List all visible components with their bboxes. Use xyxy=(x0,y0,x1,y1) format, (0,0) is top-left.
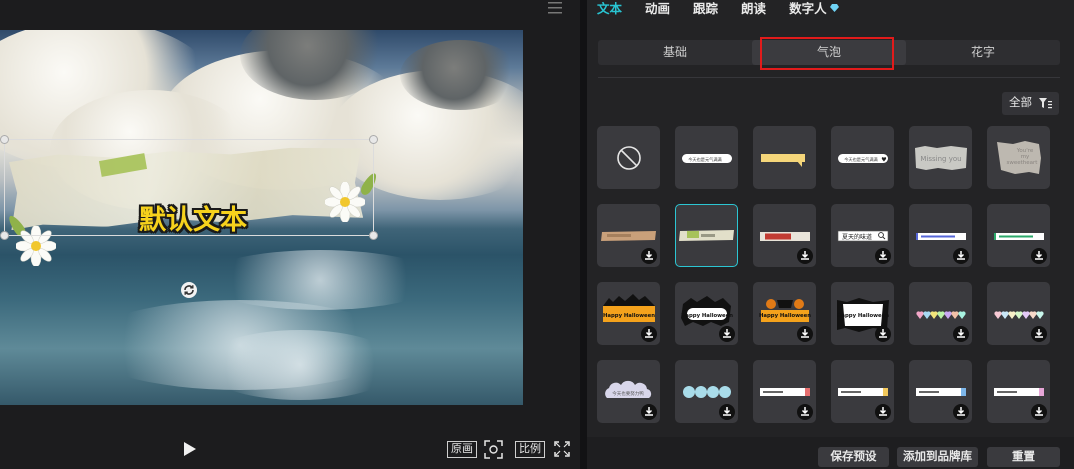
filter-button[interactable]: 全部 xyxy=(1002,92,1059,115)
filter-icon xyxy=(1039,98,1052,109)
download-icon[interactable] xyxy=(797,404,813,420)
download-icon[interactable] xyxy=(641,326,657,342)
download-icon[interactable] xyxy=(875,326,891,342)
bubble-item-circles-blue[interactable] xyxy=(675,360,738,423)
tab-tracking[interactable]: 跟踪 xyxy=(693,0,718,22)
fit-screen-icon[interactable] xyxy=(484,440,503,459)
bubble-item-bar-green[interactable] xyxy=(987,204,1050,267)
bubble-item-yellow-note[interactable] xyxy=(753,126,816,189)
no-bubble-icon xyxy=(616,145,641,170)
resize-handle[interactable] xyxy=(0,231,9,240)
download-icon[interactable] xyxy=(797,326,813,342)
download-icon[interactable] xyxy=(1031,326,1047,342)
svg-text:♥: ♥ xyxy=(881,156,886,163)
bubble-item-cloud-gray[interactable]: 今天也要努力鸭 xyxy=(597,360,660,423)
player-controls xyxy=(0,405,580,469)
download-icon[interactable] xyxy=(1031,404,1047,420)
download-icon[interactable] xyxy=(875,404,891,420)
tab-read-aloud[interactable]: 朗读 xyxy=(741,0,766,22)
add-to-brand-library-button[interactable]: 添加到品牌库 xyxy=(897,447,978,467)
bubble-item-label-red[interactable] xyxy=(753,204,816,267)
bubble-grid: 今天也是元气满满 今天也是元气满满 ♥ Missing you You're my swee… xyxy=(597,126,1067,426)
download-icon[interactable] xyxy=(1031,248,1047,264)
bubble-thumbnail xyxy=(760,153,805,167)
tab-digital-human-label: 数字人 xyxy=(789,2,827,16)
svg-text:Happy Halloween: Happy Halloween xyxy=(758,313,810,319)
aspect-ratio-button[interactable]: 比例 xyxy=(515,441,545,458)
panel-divider[interactable] xyxy=(580,0,587,469)
bubble-item-halloween-orange[interactable]: Happy Halloween xyxy=(597,282,660,345)
bubble-item-halloween-scroll[interactable]: Happy Halloween xyxy=(831,282,894,345)
bubble-item-bar-blue2[interactable] xyxy=(909,360,972,423)
filter-label: 全部 xyxy=(1009,97,1032,109)
tab-animation[interactable]: 动画 xyxy=(645,0,670,22)
bubble-item-pill-heart[interactable]: 今天也是元气满满 ♥ xyxy=(831,126,894,189)
text-properties-panel: 文本 动画 跟踪 朗读 数字人 基础 气泡 花字 全部 今天也是元气满满 今天也是… xyxy=(587,0,1074,469)
download-icon[interactable] xyxy=(719,326,735,342)
rotate-icon[interactable] xyxy=(180,281,198,299)
bubble-item-bar-yellow[interactable] xyxy=(831,360,894,423)
download-icon[interactable] xyxy=(875,248,891,264)
svg-text:今天也要努力鸭: 今天也要努力鸭 xyxy=(612,390,644,397)
bubble-thumbnail: Missing you xyxy=(914,145,967,170)
bubble-thumbnail: 今天也是元气满满 xyxy=(681,153,732,163)
fullscreen-icon[interactable] xyxy=(554,441,570,457)
download-icon[interactable] xyxy=(953,404,969,420)
diamond-icon xyxy=(829,4,839,12)
save-preset-button[interactable]: 保存预设 xyxy=(818,447,889,467)
bubble-item-paper-torn[interactable]: You're my sweetheart xyxy=(987,126,1050,189)
svg-text:Happy Halloween: Happy Halloween xyxy=(836,313,888,319)
svg-text:今天也是元气满满: 今天也是元气满满 xyxy=(688,156,722,163)
bubble-item-search-box[interactable]: 夏天的味道 xyxy=(831,204,894,267)
bubble-thumbnail: 今天也是元气满满 ♥ xyxy=(837,153,888,163)
subtab-bubble[interactable]: 气泡 xyxy=(752,37,906,70)
svg-text:今天也是元气满满: 今天也是元气满满 xyxy=(844,156,878,163)
separator xyxy=(598,77,1060,78)
top-tabs: 文本 动画 跟踪 朗读 数字人 xyxy=(587,0,852,22)
download-icon[interactable] xyxy=(797,248,813,264)
tab-text[interactable]: 文本 xyxy=(597,0,622,22)
bubble-item-hearts-pastel[interactable] xyxy=(987,282,1050,345)
bubble-item-halloween-pumpkin[interactable]: Happy Halloween xyxy=(753,282,816,345)
bubble-subtabs: 基础 气泡 花字 xyxy=(598,37,1060,70)
download-icon[interactable] xyxy=(719,404,735,420)
resize-handle[interactable] xyxy=(369,135,378,144)
menu-icon[interactable] xyxy=(548,2,562,14)
bubble-item-bar-pink[interactable] xyxy=(987,360,1050,423)
bubble-item-paper-gray[interactable]: Missing you xyxy=(909,126,972,189)
svg-text:Happy Halloween: Happy Halloween xyxy=(602,313,654,319)
bubble-thumbnail xyxy=(678,229,734,241)
resize-handle[interactable] xyxy=(369,231,378,240)
reset-button[interactable]: 重置 xyxy=(987,447,1060,467)
subtab-fancy-text[interactable]: 花字 xyxy=(906,40,1060,65)
svg-text:Happy Halloween: Happy Halloween xyxy=(680,313,732,319)
bubble-thumbnail: You'remysweetheart xyxy=(996,140,1041,174)
download-icon[interactable] xyxy=(953,326,969,342)
svg-text:sweetheart: sweetheart xyxy=(1006,160,1038,166)
download-icon[interactable] xyxy=(953,248,969,264)
bubble-item-tape-brown[interactable] xyxy=(597,204,660,267)
download-icon[interactable] xyxy=(641,248,657,264)
download-icon[interactable] xyxy=(641,404,657,420)
bubble-item-bar-red[interactable] xyxy=(753,360,816,423)
bubble-item-tape-green[interactable] xyxy=(675,204,738,267)
play-icon[interactable] xyxy=(184,442,196,456)
subtab-basic[interactable]: 基础 xyxy=(598,40,752,65)
svg-text:Missing you: Missing you xyxy=(920,155,961,163)
bubble-item-pill[interactable]: 今天也是元气满满 xyxy=(675,126,738,189)
svg-text:夏天的味道: 夏天的味道 xyxy=(841,233,871,241)
original-quality-button[interactable]: 原画 xyxy=(447,441,477,458)
video-player: 默认文本 原画 比例 xyxy=(0,0,580,469)
tab-digital-human[interactable]: 数字人 xyxy=(789,0,839,22)
bubble-item-bar-blue[interactable] xyxy=(909,204,972,267)
bubble-item-none[interactable] xyxy=(597,126,660,189)
selection-box[interactable] xyxy=(0,135,378,240)
resize-handle[interactable] xyxy=(0,135,9,144)
bubble-item-hearts-colorful[interactable] xyxy=(909,282,972,345)
bubble-item-halloween-white[interactable]: Happy Halloween xyxy=(675,282,738,345)
